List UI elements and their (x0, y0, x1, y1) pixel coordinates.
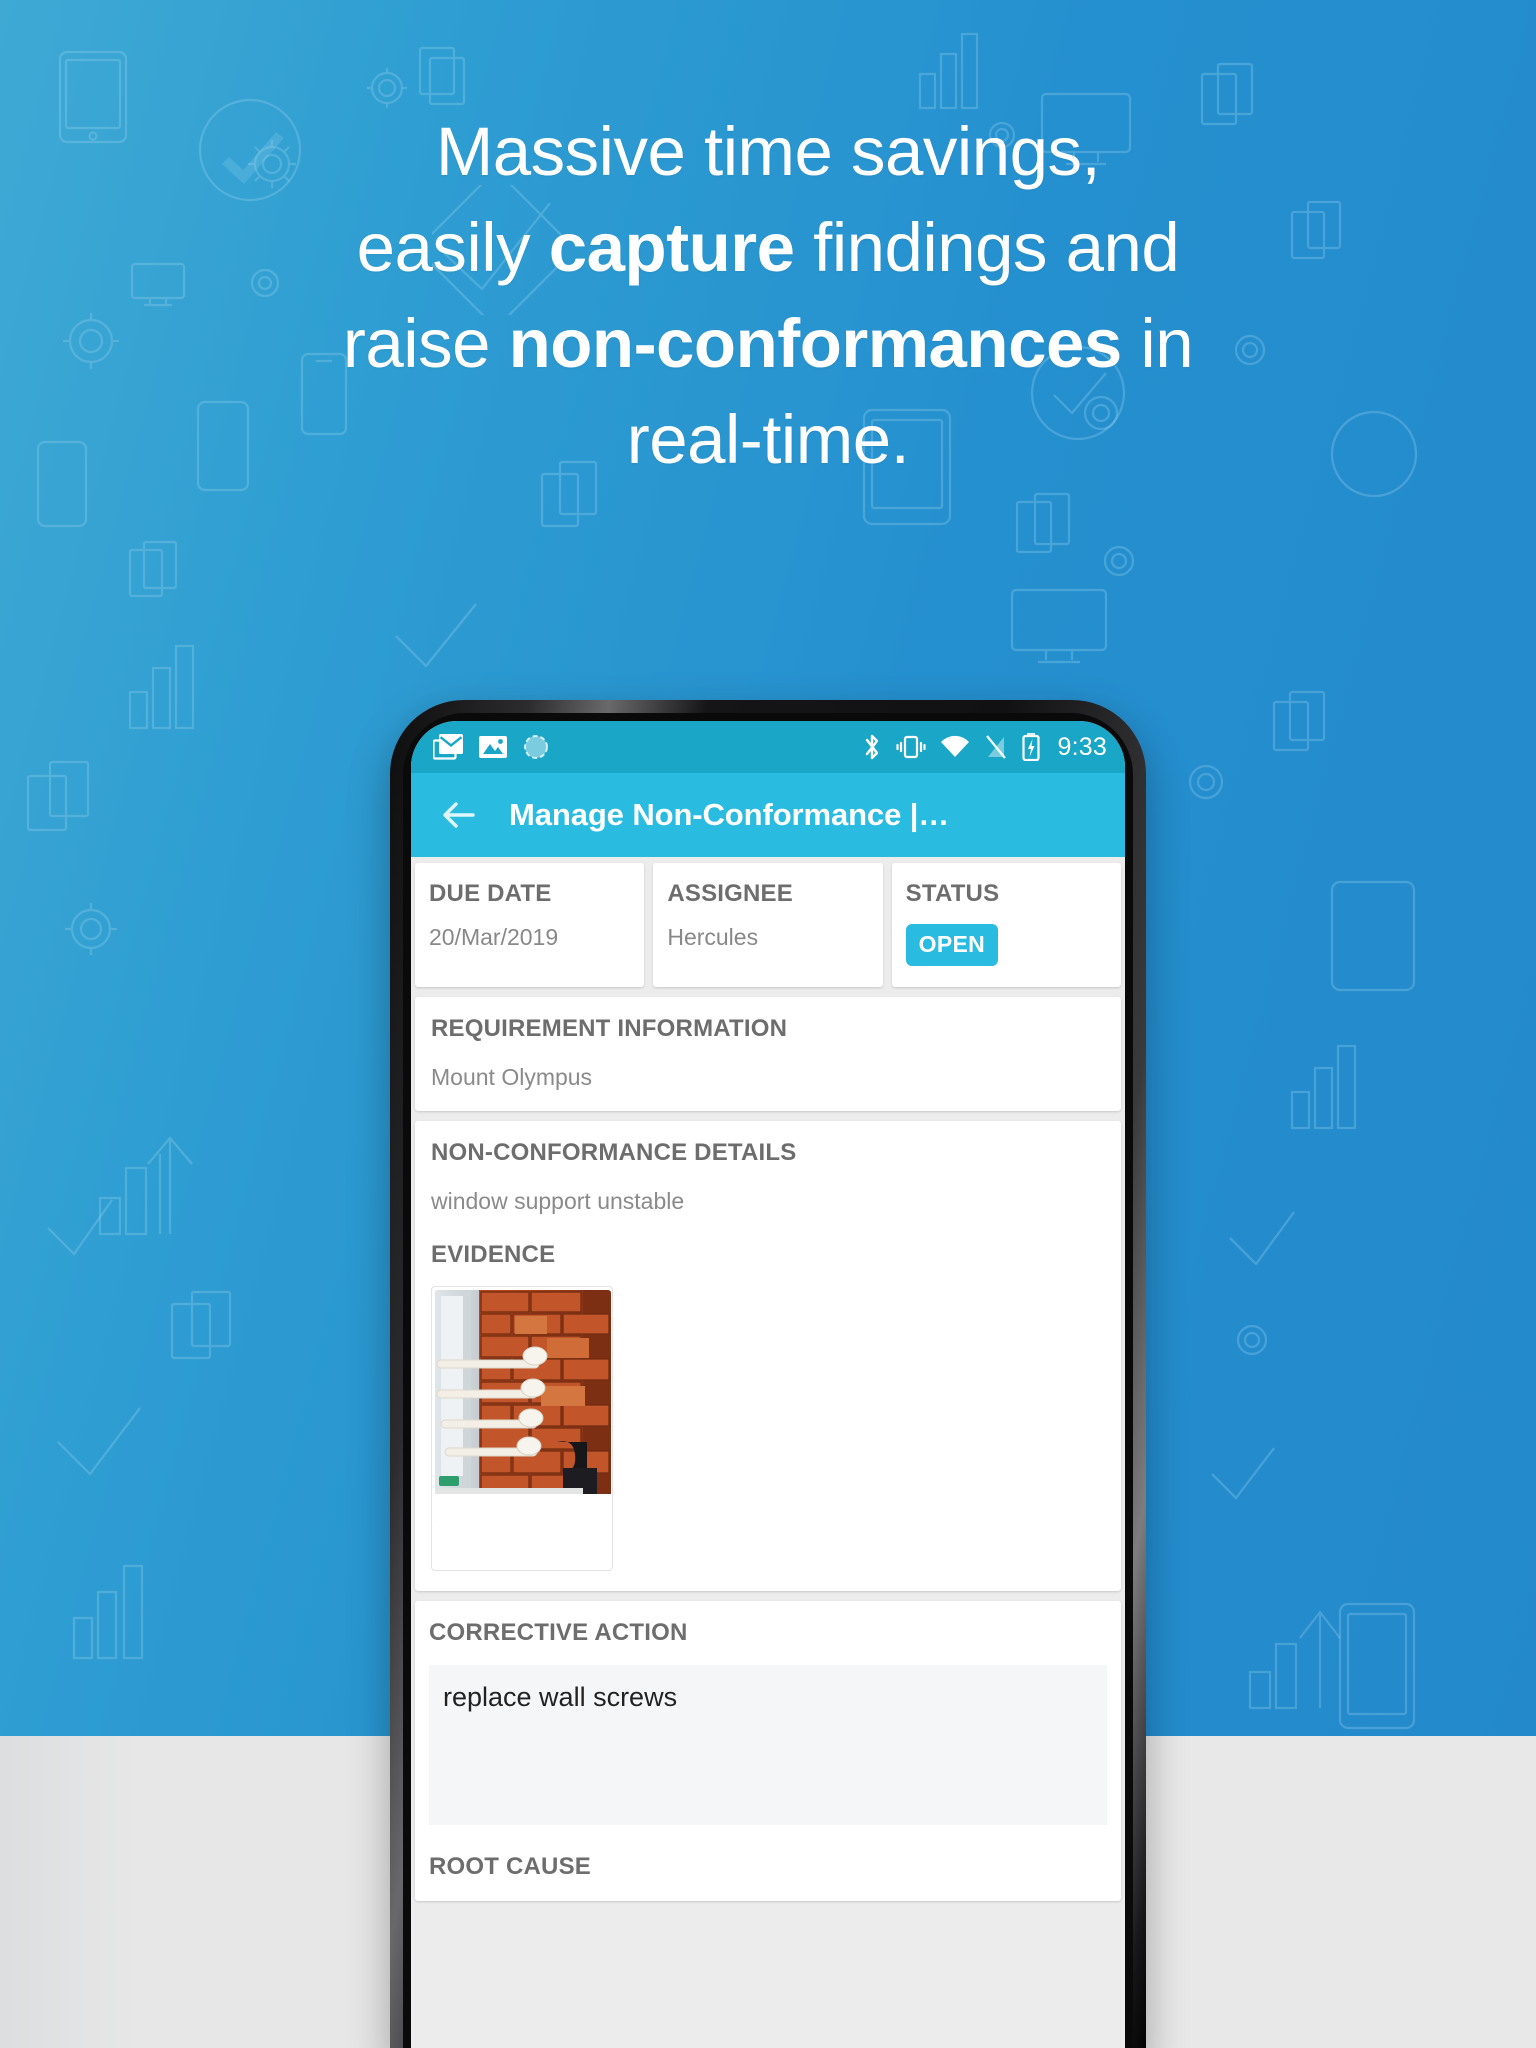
status-badge: OPEN (905, 924, 999, 966)
headline-line-2: easily capture findings and (0, 200, 1536, 296)
headline-line-4: real-time. (0, 392, 1536, 488)
headline-line3-a: raise (342, 305, 509, 382)
checkmark-outline-icon (1216, 1190, 1308, 1282)
gmail-icon (433, 734, 463, 760)
gear-outline-icon (1098, 540, 1140, 582)
document-outline-icon (26, 760, 90, 838)
gear-outline-icon (62, 900, 120, 958)
evidence-thumbnail[interactable] (431, 1286, 613, 1571)
status-cell[interactable]: STATUS OPEN (891, 863, 1121, 987)
photo-icon (479, 735, 507, 759)
non-conformance-details-card[interactable]: NON-CONFORMANCE DETAILS window support u… (415, 1121, 1121, 1591)
document-outline-icon (1015, 492, 1073, 562)
status-value-wrap: OPEN (905, 924, 1107, 966)
headline-line-3: raise non-conformances in (0, 296, 1536, 392)
status-bar-clock: 9:33 (1057, 732, 1107, 761)
promo-headline: Massive time savings, easily capture fin… (0, 104, 1536, 488)
chart-arrow-outline-icon (1248, 1600, 1348, 1710)
root-cause-title: ROOT CAUSE (429, 1853, 592, 1880)
due-date-cell[interactable]: DUE DATE 20/Mar/2019 (415, 863, 645, 987)
checkmark-outline-icon (1200, 1428, 1286, 1514)
gear-outline-icon (1182, 758, 1230, 806)
corrective-action-card[interactable]: CORRECTIVE ACTION replace wall screws RO… (415, 1601, 1121, 1901)
chart-arrow-outline-icon (98, 1128, 196, 1236)
signal-off-icon (984, 734, 1008, 760)
document-outline-icon (1272, 690, 1328, 758)
tablet-outline-icon (1330, 880, 1416, 992)
headline-line1-text: Massive time savings, (435, 113, 1101, 190)
chart-bars-outline-icon (72, 1560, 152, 1660)
brick-wall-rails-photo[interactable] (435, 1290, 611, 1522)
headline-line2-a: easily (356, 209, 549, 286)
corrective-action-title: CORRECTIVE ACTION (429, 1619, 688, 1646)
promo-screenshot: Massive time savings, easily capture fin… (0, 0, 1536, 2048)
checkmark-outline-icon (36, 1180, 124, 1268)
assignee-cell[interactable]: ASSIGNEE Hercules (653, 863, 883, 987)
headline-line4-text: real-time. (626, 401, 910, 478)
battery-charging-icon (1021, 733, 1040, 761)
app-bar-title: Manage Non-Conformance |… (509, 797, 950, 832)
assignee-label: ASSIGNEE (667, 880, 793, 907)
requirement-information-card[interactable]: REQUIREMENT INFORMATION Mount Olympus (415, 997, 1121, 1111)
status-bar-notifications (433, 734, 549, 760)
phone-screen: 9:33 Manage Non-Conformance |… DUE DATE … (411, 721, 1125, 2048)
checkmark-outline-icon (40, 1380, 158, 1498)
evidence-title: EVIDENCE (431, 1241, 556, 1268)
document-outline-icon (170, 1290, 232, 1366)
app-bar: Manage Non-Conformance |… (411, 773, 1125, 857)
non-conformance-details-title: NON-CONFORMANCE DETAILS (431, 1139, 797, 1166)
document-outline-icon (128, 540, 180, 604)
headline-emphasis-nonconformances: non-conformances (508, 305, 1123, 382)
document-outline-icon (418, 46, 468, 108)
assignee-value: Hercules (667, 924, 759, 950)
headline-emphasis-capture: capture (548, 209, 795, 286)
chart-bars-outline-icon (128, 640, 200, 730)
headline-line-1: Massive time savings, (0, 104, 1536, 200)
app-content[interactable]: DUE DATE 20/Mar/2019 ASSIGNEE Hercules S… (411, 857, 1125, 2048)
due-date-value: 20/Mar/2019 (429, 924, 559, 950)
monitor-outline-icon (1010, 588, 1108, 668)
status-label: STATUS (905, 880, 1000, 907)
tablet-outline-icon (1338, 1602, 1416, 1730)
summary-row: DUE DATE 20/Mar/2019 ASSIGNEE Hercules S… (415, 863, 1121, 987)
requirement-information-title: REQUIREMENT INFORMATION (431, 1015, 788, 1042)
bluetooth-icon (862, 733, 882, 761)
checkmark-outline-icon (380, 578, 490, 688)
requirement-information-value: Mount Olympus (431, 1064, 593, 1090)
phone-mockup: 9:33 Manage Non-Conformance |… DUE DATE … (390, 700, 1146, 2048)
non-conformance-details-value: window support unstable (431, 1188, 685, 1214)
sync-circle-icon (523, 734, 549, 760)
android-status-bar: 9:33 (411, 721, 1125, 773)
corrective-action-input[interactable]: replace wall screws (429, 1665, 1107, 1825)
due-date-label: DUE DATE (429, 880, 552, 907)
wifi-icon (940, 735, 970, 759)
headline-line3-c: in (1121, 305, 1194, 382)
gear-outline-icon (1232, 1320, 1272, 1360)
status-bar-system-icons: 9:33 (862, 733, 1107, 762)
back-arrow-icon[interactable] (437, 793, 481, 837)
vibrate-icon (895, 734, 926, 760)
chart-bars-outline-icon (1290, 1040, 1362, 1130)
chart-bars-outline-icon (918, 30, 980, 110)
headline-line2-c: findings and (794, 209, 1180, 286)
